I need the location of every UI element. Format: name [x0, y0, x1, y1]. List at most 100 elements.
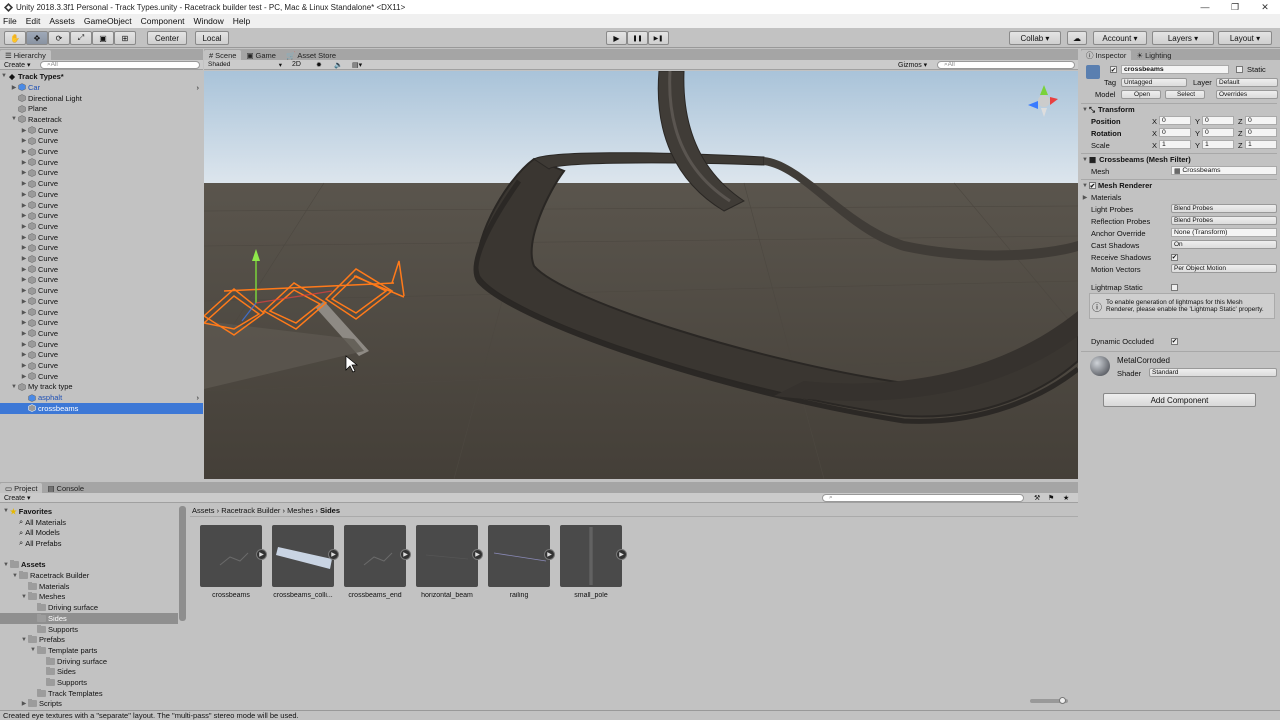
static-checkbox[interactable]: [1236, 66, 1243, 73]
project-tree-row[interactable]: Supports: [0, 624, 178, 635]
dynamic-occluded-checkbox[interactable]: ✔: [1171, 337, 1178, 345]
asset-item[interactable]: ▶ small_pole: [560, 525, 627, 605]
meshfilter-header[interactable]: ▼ ▦ Crossbeams (Mesh Filter): [1081, 153, 1277, 165]
asset-item[interactable]: ▶ railing: [488, 525, 555, 605]
hierarchy-row[interactable]: Plane: [0, 103, 203, 114]
expand-toggle-icon[interactable]: ▶: [20, 309, 28, 316]
expand-toggle-icon[interactable]: ▶: [20, 373, 28, 380]
expand-toggle-icon[interactable]: ▶: [20, 330, 28, 337]
tree-scrollbar[interactable]: [179, 506, 186, 621]
expand-toggle-icon[interactable]: ▼: [2, 508, 10, 514]
renderer-property-value[interactable]: Blend Probes: [1171, 216, 1277, 225]
asset-item[interactable]: ▶ crossbeams_end: [344, 525, 411, 605]
scale-tool-button[interactable]: ⤢: [70, 31, 92, 45]
hierarchy-row[interactable]: ▶ Curve: [0, 296, 203, 307]
rotation-y-field[interactable]: 0: [1202, 128, 1234, 137]
expand-toggle-icon[interactable]: ▼: [29, 647, 37, 653]
menu-gameobject[interactable]: GameObject: [84, 16, 132, 26]
expand-toggle-icon[interactable]: ▶: [20, 137, 28, 144]
project-tree-row[interactable]: ▼ Prefabs: [0, 634, 178, 645]
renderer-property-value[interactable]: On: [1171, 240, 1277, 249]
asset-item[interactable]: ▶ crossbeams: [200, 525, 267, 605]
shading-mode-dropdown[interactable]: Shaded ▾: [206, 60, 284, 69]
maximize-button[interactable]: ❐: [1220, 2, 1250, 13]
expand-toggle-icon[interactable]: ▶: [20, 234, 28, 241]
hierarchy-row[interactable]: ▶ Curve: [0, 285, 203, 296]
hierarchy-row[interactable]: ▶ Curve: [0, 371, 203, 382]
expand-toggle-icon[interactable]: ▼: [20, 594, 28, 600]
scene-search-input[interactable]: ⌕ All: [937, 60, 1075, 69]
hierarchy-row[interactable]: ▶ Curve: [0, 317, 203, 328]
rect-tool-button[interactable]: ▣: [92, 31, 114, 45]
audio-toggle-icon[interactable]: 🔈: [334, 61, 343, 69]
minimize-button[interactable]: —: [1190, 2, 1220, 12]
menu-window[interactable]: Window: [194, 16, 224, 26]
hierarchy-row[interactable]: ▶ Curve: [0, 264, 203, 275]
account-dropdown[interactable]: Account ▾: [1093, 31, 1147, 45]
expand-toggle-icon[interactable]: ▶: [20, 169, 28, 176]
expand-toggle-icon[interactable]: ▶: [10, 84, 18, 91]
hierarchy-row[interactable]: Directional Light: [0, 93, 203, 104]
hierarchy-row[interactable]: ▶ Curve: [0, 189, 203, 200]
hierarchy-row[interactable]: ▶ Curve: [0, 328, 203, 339]
collab-button[interactable]: Collab ▾: [1009, 31, 1061, 45]
project-tree-row[interactable]: Driving surface: [0, 656, 178, 667]
project-tree-row[interactable]: Track Templates: [0, 688, 178, 699]
expand-toggle-icon[interactable]: ▼: [10, 116, 18, 122]
hierarchy-row[interactable]: ▶ Curve: [0, 221, 203, 232]
cloud-button[interactable]: ☁: [1067, 31, 1087, 45]
move-tool-button[interactable]: ✥: [26, 31, 48, 45]
hierarchy-row[interactable]: ▶ Curve: [0, 200, 203, 211]
hierarchy-row[interactable]: ▼ Racetrack: [0, 114, 203, 125]
menu-help[interactable]: Help: [233, 16, 250, 26]
lightmap-static-checkbox[interactable]: [1171, 283, 1178, 291]
breadcrumb-assets[interactable]: Assets: [192, 506, 215, 515]
expand-toggle-icon[interactable]: ▶: [20, 351, 28, 358]
position-x-field[interactable]: 0: [1159, 116, 1191, 125]
expand-toggle-icon[interactable]: ▶: [20, 298, 28, 305]
scene-viewport[interactable]: [204, 71, 1078, 479]
object-name-input[interactable]: crossbeams: [1121, 65, 1229, 74]
expand-asset-arrow-icon[interactable]: ▶: [328, 549, 339, 560]
materials-row[interactable]: ▶ Materials: [1081, 191, 1277, 203]
prefab-open-arrow-icon[interactable]: ›: [197, 83, 200, 92]
hierarchy-row[interactable]: ▶ Curve: [0, 146, 203, 157]
rotate-tool-button[interactable]: ⟳: [48, 31, 70, 45]
close-button[interactable]: ✕: [1250, 2, 1280, 13]
position-z-field[interactable]: 0: [1245, 116, 1277, 125]
project-tree-row[interactable]: Supports: [0, 677, 178, 688]
project-tree-row[interactable]: Materials: [0, 581, 178, 592]
tab-game[interactable]: ▣ Game: [241, 50, 281, 60]
project-tree-row[interactable]: ▼ Meshes: [0, 592, 178, 603]
prefab-open-arrow-icon[interactable]: ›: [197, 393, 200, 402]
expand-asset-arrow-icon[interactable]: ▶: [256, 549, 267, 560]
add-component-button[interactable]: Add Component: [1103, 393, 1256, 407]
hierarchy-row[interactable]: crossbeams: [0, 403, 203, 414]
expand-toggle-icon[interactable]: ▶: [20, 127, 28, 134]
meshrenderer-enabled-checkbox[interactable]: ✔: [1089, 182, 1096, 190]
scale-x-field[interactable]: 1: [1159, 140, 1191, 149]
hierarchy-row[interactable]: ▶ Curve: [0, 136, 203, 147]
project-tree-row[interactable]: ▼ Template parts: [0, 645, 178, 656]
expand-toggle-icon[interactable]: ▼: [20, 637, 28, 643]
model-open-button[interactable]: Open: [1121, 90, 1161, 99]
project-tree-row[interactable]: Sides: [0, 667, 178, 678]
project-tree-row[interactable]: ▼ ★ Favorites: [0, 506, 178, 517]
position-y-field[interactable]: 0: [1202, 116, 1234, 125]
thumbnail-size-slider[interactable]: [1030, 697, 1068, 704]
model-overrides-dropdown[interactable]: Overrides: [1216, 90, 1278, 99]
layer-dropdown[interactable]: Default: [1216, 78, 1278, 87]
favorite-star-icon[interactable]: ★: [1063, 494, 1069, 502]
tab-scene[interactable]: # Scene: [204, 50, 242, 60]
hierarchy-row[interactable]: ▶ Curve: [0, 232, 203, 243]
expand-toggle-icon[interactable]: ▶: [20, 159, 28, 166]
expand-toggle-icon[interactable]: ▶: [20, 212, 28, 219]
transform-tool-button[interactable]: ⊞: [114, 31, 136, 45]
hierarchy-row[interactable]: ▶ Curve: [0, 125, 203, 136]
expand-asset-arrow-icon[interactable]: ▶: [472, 549, 483, 560]
slider-thumb[interactable]: [1059, 697, 1066, 704]
effects-dropdown-icon[interactable]: ▤▾: [352, 61, 362, 69]
breadcrumb-racetrack-builder[interactable]: Racetrack Builder: [221, 506, 280, 515]
renderer-property-value[interactable]: None (Transform): [1171, 228, 1277, 237]
hierarchy-row[interactable]: ▼ My track type: [0, 382, 203, 393]
